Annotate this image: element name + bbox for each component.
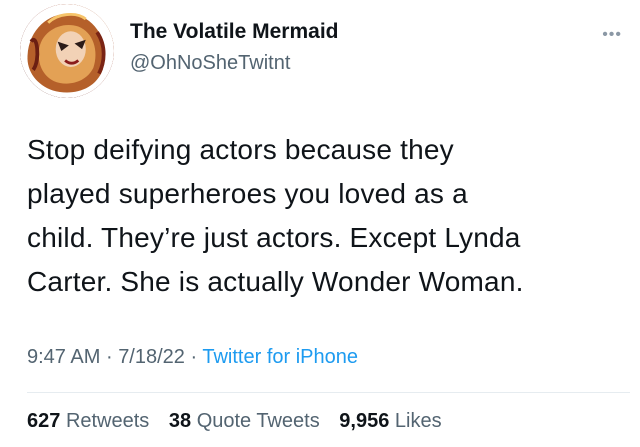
tweet-meta: 9:47 AM · 7/18/22 · Twitter for iPhone <box>27 346 358 369</box>
meta-separator: · <box>105 346 113 368</box>
likes-label: Likes <box>394 410 442 432</box>
tweet-stats: 627 Retweets 38 Quote Tweets 9,956 Likes <box>27 410 456 433</box>
tweet-date[interactable]: 7/18/22 <box>118 346 185 368</box>
quote-tweets-count: 38 <box>168 410 192 432</box>
tweet-text-line: Stop deifying actors because they <box>27 134 454 165</box>
divider <box>27 392 630 393</box>
more-options-icon[interactable]: ••• <box>602 26 622 44</box>
meta-separator: · <box>190 346 198 368</box>
likes-stat[interactable]: 9,956 Likes <box>339 410 441 432</box>
tweet-text: Stop deifying actors because they played… <box>27 128 627 304</box>
tweet-text-line: Carter. She is actually Wonder Woman. <box>27 266 524 297</box>
retweets-label: Retweets <box>65 410 150 432</box>
author-display-name[interactable]: The Volatile Mermaid <box>130 20 339 44</box>
retweets-count: 627 <box>27 410 61 432</box>
avatar-illustration <box>20 4 114 98</box>
quote-tweets-stat[interactable]: 38 Quote Tweets <box>169 410 320 432</box>
tweet-card: The Volatile Mermaid @OhNoSheTwitnt ••• … <box>0 0 640 447</box>
tweet-time[interactable]: 9:47 AM <box>27 346 100 368</box>
likes-count: 9,956 <box>339 410 390 432</box>
author-handle[interactable]: @OhNoSheTwitnt <box>130 52 290 75</box>
tweet-text-line: child. They’re just actors. Except Lynda <box>27 222 521 253</box>
profile-avatar[interactable] <box>20 4 114 98</box>
tweet-text-line: played superheroes you loved as a <box>27 178 468 209</box>
tweet-source-link[interactable]: Twitter for iPhone <box>202 346 358 368</box>
retweets-stat[interactable]: 627 Retweets <box>27 410 149 432</box>
quote-tweets-label: Quote Tweets <box>196 410 320 432</box>
